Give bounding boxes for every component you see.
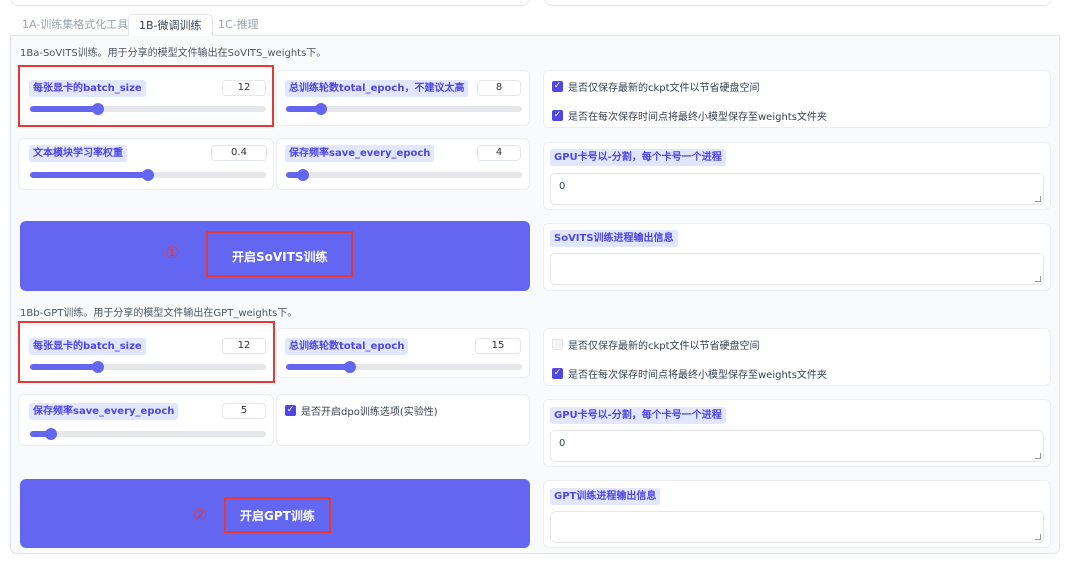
annotation-highlight-box	[18, 65, 274, 127]
gpt-dpo-label: 是否开启dpo训练选项(实验性)	[301, 407, 438, 418]
gpt-total-epoch-label: 总训练轮数total_epoch	[285, 338, 409, 355]
annotation-highlight-box	[18, 321, 275, 383]
slider-thumb[interactable]	[315, 103, 328, 115]
tab-bar: 1A-训练集格式化工具 1B-微调训练 1C-推理	[10, 14, 1060, 36]
gpt-output-label: GPT训练进程输出信息	[550, 488, 661, 505]
gpt-opt-latest-checkbox[interactable]	[552, 339, 563, 350]
gpt-output-textarea[interactable]	[550, 511, 1044, 543]
sovits-output-card: SoVITS训练进程输出信息	[543, 223, 1051, 291]
sovits-total-epoch-slider[interactable]	[286, 103, 522, 115]
gpt-total-epoch-input[interactable]: 15	[475, 338, 521, 354]
resize-handle-icon[interactable]	[1035, 276, 1041, 282]
sovits-save-every-label: 保存频率save_every_epoch	[285, 145, 435, 162]
tab-1b[interactable]: 1B-微调训练	[128, 14, 213, 36]
slider-thumb[interactable]	[296, 169, 309, 181]
sovits-text-lr-label: 文本模块学习率权重	[29, 145, 127, 162]
sovits-options-card: ✓ 是否仅保存最新的ckpt文件以节省硬盘空间 ✓ 是否在每次保存时间点将最终小…	[543, 70, 1051, 128]
start-sovits-training-label: 开启SoVITS训练	[232, 250, 328, 264]
sovits-text-lr-slider[interactable]	[30, 169, 266, 181]
previous-panel-edge-left	[10, 0, 530, 6]
gpt-opt-save-weights-label: 是否在每次保存时间点将最终小模型保存至weights文件夹	[568, 370, 827, 381]
gpt-output-card: GPT训练进程输出信息	[543, 480, 1051, 548]
sovits-opt-latest-checkbox[interactable]: ✓	[552, 81, 563, 92]
gpt-gpu-input[interactable]: 0	[550, 430, 1044, 462]
sovits-gpu-value: 0	[559, 181, 566, 192]
sovits-gpu-input[interactable]: 0	[550, 173, 1044, 205]
sovits-text-lr-input[interactable]: 0.4	[211, 145, 267, 161]
sovits-save-every-input[interactable]: 4	[477, 145, 521, 161]
sovits-total-epoch-card: 总训练轮数total_epoch，不建议太高 8	[276, 70, 530, 126]
gpt-description: 1Bb-GPT训练。用于分享的模型文件输出在GPT_weights下。	[20, 308, 298, 319]
sovits-total-epoch-label: 总训练轮数total_epoch，不建议太高	[285, 80, 469, 97]
sovits-opt-latest-label: 是否仅保存最新的ckpt文件以节省硬盘空间	[568, 83, 760, 94]
tab-1c[interactable]: 1C-推理	[208, 14, 269, 36]
annotation-marker-2: ②	[193, 505, 208, 524]
resize-handle-icon[interactable]	[1035, 534, 1041, 540]
sovits-description: 1Ba-SoVITS训练。用于分享的模型文件输出在SoVITS_weights下…	[20, 48, 327, 59]
gpt-gpu-label: GPU卡号以-分割，每个卡号一个进程	[550, 407, 726, 424]
gpt-save-every-card: 保存频率save_every_epoch 5	[18, 394, 274, 446]
sovits-save-every-card: 保存频率save_every_epoch 4	[276, 138, 530, 190]
gpt-save-every-input[interactable]: 5	[222, 403, 266, 419]
gpt-save-every-slider[interactable]	[30, 428, 266, 440]
start-gpt-training-label: 开启GPT训练	[240, 509, 315, 523]
sovits-output-label: SoVITS训练进程输出信息	[550, 230, 678, 247]
gpt-total-epoch-slider[interactable]	[286, 361, 522, 373]
tab-1a[interactable]: 1A-训练集格式化工具	[12, 14, 138, 36]
sovits-gpu-label: GPU卡号以-分割，每个卡号一个进程	[550, 149, 726, 166]
sovits-output-textarea[interactable]	[550, 253, 1044, 285]
gpt-dpo-card: ✓ 是否开启dpo训练选项(实验性)	[276, 394, 530, 446]
gpt-total-epoch-card: 总训练轮数total_epoch 15	[276, 328, 530, 378]
sovits-total-epoch-input[interactable]: 8	[477, 80, 521, 96]
previous-panel-edge-right	[544, 0, 1052, 6]
sovits-opt-save-weights-checkbox[interactable]: ✓	[552, 110, 563, 121]
gpt-options-card: 是否仅保存最新的ckpt文件以节省硬盘空间 ✓ 是否在每次保存时间点将最终小模型…	[543, 328, 1051, 386]
slider-thumb[interactable]	[343, 361, 356, 373]
gpt-gpu-value: 0	[559, 438, 566, 449]
resize-handle-icon[interactable]	[1035, 196, 1041, 202]
sovits-opt-save-weights-label: 是否在每次保存时间点将最终小模型保存至weights文件夹	[568, 112, 827, 123]
annotation-marker-1: ①	[165, 243, 180, 262]
gpt-gpu-card: GPU卡号以-分割，每个卡号一个进程 0	[543, 399, 1051, 467]
gpt-save-every-label: 保存频率save_every_epoch	[29, 403, 179, 420]
resize-handle-icon[interactable]	[1035, 453, 1041, 459]
slider-thumb[interactable]	[45, 428, 58, 440]
gpt-opt-save-weights-checkbox[interactable]: ✓	[552, 368, 563, 379]
slider-thumb[interactable]	[142, 169, 154, 181]
sovits-text-lr-card: 文本模块学习率权重 0.4	[18, 138, 274, 190]
sovits-save-every-slider[interactable]	[286, 169, 522, 181]
gpt-dpo-checkbox[interactable]: ✓	[285, 405, 296, 416]
sovits-gpu-card: GPU卡号以-分割，每个卡号一个进程 0	[543, 142, 1051, 210]
gpt-opt-latest-label: 是否仅保存最新的ckpt文件以节省硬盘空间	[568, 341, 760, 352]
